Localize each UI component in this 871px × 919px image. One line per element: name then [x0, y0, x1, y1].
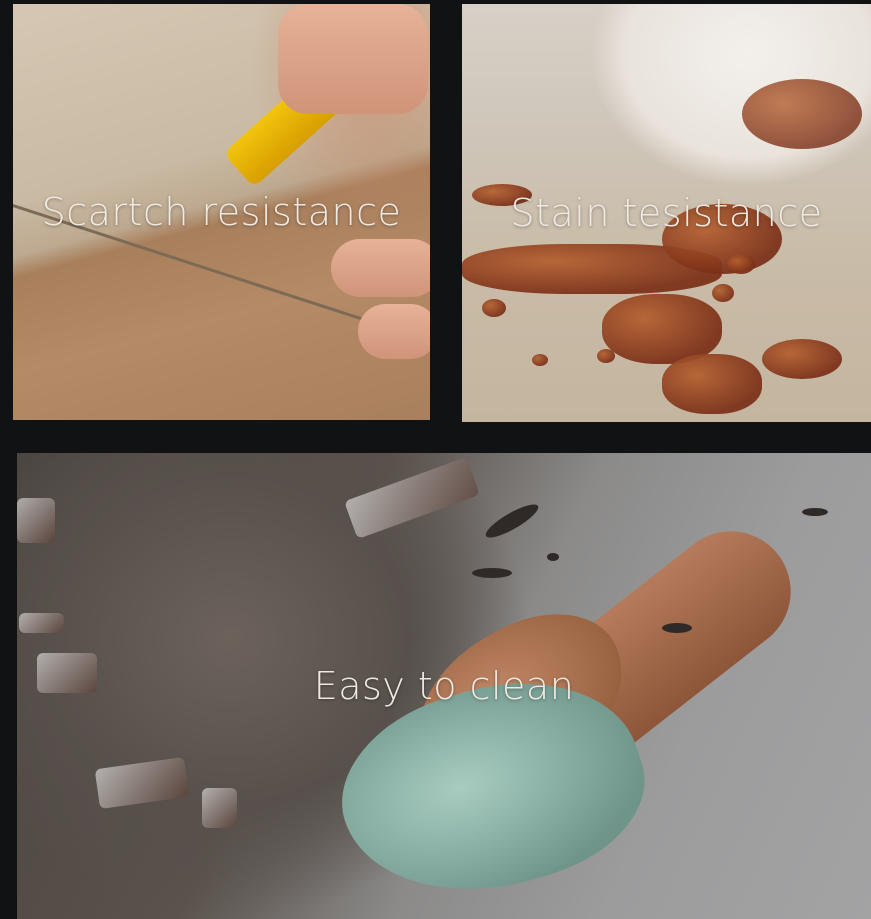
feature-caption: Easy to clean [313, 664, 575, 708]
feature-tile-easy-to-clean: Easy to clean [17, 453, 871, 919]
feature-caption: Stain tesistance [510, 191, 823, 235]
feature-caption: Scartch resistance [41, 190, 402, 234]
feature-tile-scratch-resistance: Scartch resistance [13, 4, 430, 420]
feature-tile-stain-resistance: Stain tesistance [462, 4, 871, 422]
